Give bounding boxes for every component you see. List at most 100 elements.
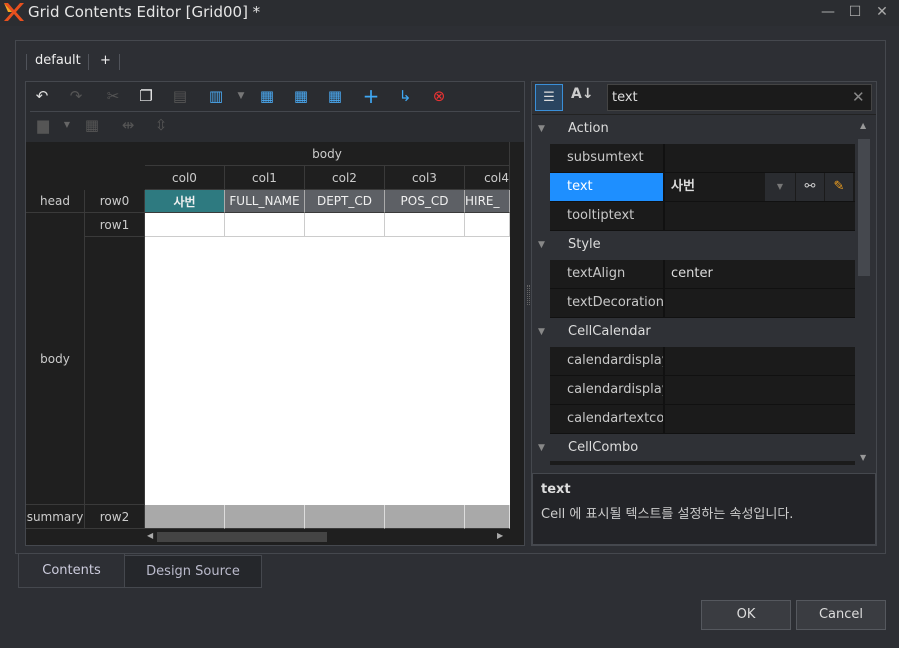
- property-row[interactable]: calendartextcolo: [550, 405, 855, 434]
- close-button[interactable]: ✕: [872, 4, 892, 20]
- head-cell-selected[interactable]: 사번: [145, 190, 225, 213]
- tab-default[interactable]: default: [35, 53, 81, 68]
- property-row-selected[interactable]: text 사번 ▼ ⚯ ✎: [550, 173, 855, 202]
- insert-row-icon[interactable]: ▦: [290, 85, 312, 107]
- property-row[interactable]: textAlign center: [550, 260, 855, 289]
- undo-icon[interactable]: ↶: [31, 85, 53, 107]
- column-header[interactable]: col4: [465, 166, 510, 190]
- summary-cell[interactable]: [465, 505, 510, 529]
- chevron-down-icon[interactable]: ▼: [56, 114, 78, 136]
- summary-cell[interactable]: [385, 505, 465, 529]
- cancel-button[interactable]: Cancel: [796, 600, 886, 630]
- property-value[interactable]: [665, 347, 855, 375]
- clear-search-icon[interactable]: ✕: [852, 88, 865, 106]
- divider: [119, 54, 120, 70]
- summary-cell[interactable]: [305, 505, 385, 529]
- column-header[interactable]: col1: [225, 166, 305, 190]
- group-style[interactable]: ▼ Style: [532, 231, 857, 260]
- summary-cell[interactable]: [145, 505, 225, 529]
- bind-link-icon[interactable]: ⚯: [796, 173, 824, 201]
- grid-lines-icon[interactable]: ▦: [81, 114, 103, 136]
- copy-icon[interactable]: ❐: [135, 85, 157, 107]
- body-cell[interactable]: [225, 213, 305, 237]
- column-header[interactable]: col0: [145, 166, 225, 190]
- insert-row-above-icon[interactable]: ▦: [256, 85, 278, 107]
- add-icon[interactable]: +: [360, 85, 382, 107]
- scroll-up-icon[interactable]: ▲: [860, 121, 866, 130]
- head-cell[interactable]: HIRE_: [465, 190, 510, 213]
- head-cell[interactable]: FULL_NAME: [225, 190, 305, 213]
- search-value: text: [612, 90, 638, 105]
- divider: [30, 111, 520, 112]
- arrow-return-icon[interactable]: ↳: [394, 85, 416, 107]
- app-logo-icon: [4, 3, 24, 21]
- edit-icon[interactable]: ✎: [825, 173, 853, 201]
- alpha-sort-icon[interactable]: A↓: [571, 86, 594, 102]
- row-label[interactable]: row0: [85, 190, 145, 213]
- row-label[interactable]: row2: [85, 505, 145, 529]
- property-name: subsumtext: [550, 144, 665, 172]
- summary-cell[interactable]: [225, 505, 305, 529]
- vertical-scrollbar[interactable]: ▲ ▼: [857, 115, 872, 465]
- scroll-down-icon[interactable]: ▼: [860, 453, 866, 462]
- collapse-icon[interactable]: ▼: [538, 434, 545, 462]
- ok-button[interactable]: OK: [701, 600, 791, 630]
- property-row[interactable]: textDecoration: [550, 289, 855, 318]
- row-label[interactable]: row1: [85, 213, 145, 237]
- add-format-tab-button[interactable]: +: [100, 53, 111, 68]
- scroll-left-icon[interactable]: ◀: [147, 531, 153, 540]
- collapse-icon[interactable]: ▼: [538, 115, 545, 143]
- fit-height-icon[interactable]: ⇳: [150, 114, 172, 136]
- band-header: body: [145, 142, 510, 166]
- column-header[interactable]: col2: [305, 166, 385, 190]
- head-cell[interactable]: DEPT_CD: [305, 190, 385, 213]
- group-cellcombo[interactable]: ▼ CellCombo: [532, 434, 857, 463]
- property-row[interactable]: tooltiptext: [550, 202, 855, 231]
- scrollbar-thumb[interactable]: [157, 532, 327, 542]
- minimize-button[interactable]: —: [818, 4, 838, 20]
- band-label-body: body: [26, 213, 85, 505]
- property-row[interactable]: calendardisplayr: [550, 376, 855, 405]
- property-value[interactable]: [665, 144, 855, 172]
- head-cell[interactable]: POS_CD: [385, 190, 465, 213]
- body-cell[interactable]: [145, 213, 225, 237]
- window-title: Grid Contents Editor [Grid00] *: [28, 3, 261, 21]
- collapse-icon[interactable]: ▼: [538, 318, 545, 346]
- splitter-handle[interactable]: [527, 285, 530, 305]
- property-value[interactable]: center: [665, 260, 855, 288]
- paste-icon[interactable]: ▤: [169, 85, 191, 107]
- group-action[interactable]: ▼ Action: [532, 115, 857, 144]
- cell-color-icon[interactable]: ▆: [32, 114, 54, 136]
- property-search-input[interactable]: text ✕: [607, 84, 872, 111]
- property-value[interactable]: [665, 289, 855, 317]
- delete-icon[interactable]: ⊗: [428, 85, 450, 107]
- property-row-partial: [550, 461, 855, 465]
- property-row[interactable]: subsumtext: [550, 144, 855, 173]
- chevron-down-icon[interactable]: ▼: [230, 85, 252, 107]
- tab-contents[interactable]: Contents: [18, 554, 125, 588]
- body-cell[interactable]: [305, 213, 385, 237]
- horizontal-scrollbar[interactable]: ◀ ▶: [145, 530, 510, 545]
- collapse-icon[interactable]: ▼: [538, 231, 545, 259]
- property-value[interactable]: [665, 376, 855, 404]
- property-value[interactable]: [665, 202, 855, 230]
- insert-row-below-icon[interactable]: ▦: [324, 85, 346, 107]
- divider: [26, 54, 27, 70]
- column-header[interactable]: col3: [385, 166, 465, 190]
- group-cellcalendar[interactable]: ▼ CellCalendar: [532, 318, 857, 347]
- scrollbar-thumb[interactable]: [858, 139, 870, 276]
- scroll-right-icon[interactable]: ▶: [497, 531, 503, 540]
- chevron-down-icon[interactable]: ▼: [765, 173, 795, 201]
- maximize-button[interactable]: ☐: [845, 4, 865, 20]
- tab-design-source[interactable]: Design Source: [124, 555, 262, 588]
- body-cell[interactable]: [465, 213, 510, 237]
- property-row[interactable]: calendardisplayi: [550, 347, 855, 376]
- category-sort-icon[interactable]: ☰: [535, 84, 563, 111]
- fit-width-icon[interactable]: ⇹: [117, 114, 139, 136]
- body-cell[interactable]: [385, 213, 465, 237]
- cut-icon[interactable]: ✂: [102, 85, 124, 107]
- property-value[interactable]: 사번 ▼ ⚯ ✎: [665, 173, 855, 201]
- column-layout-icon[interactable]: ▥: [205, 85, 227, 107]
- property-value[interactable]: [665, 405, 855, 433]
- redo-icon[interactable]: ↷: [65, 85, 87, 107]
